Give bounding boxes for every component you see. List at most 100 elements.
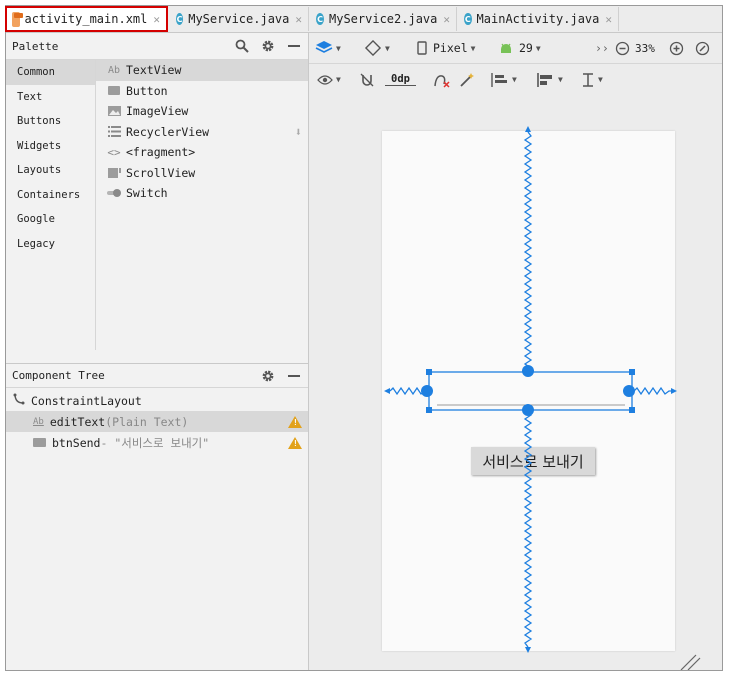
phone-icon <box>417 41 427 55</box>
tab-label: MyService2.java <box>329 12 438 26</box>
download-icon[interactable]: ⬇ <box>295 125 302 139</box>
zoom-in-icon[interactable] <box>669 41 684 56</box>
fragment-icon: <> <box>107 145 121 159</box>
search-icon[interactable] <box>234 38 250 54</box>
infer-constraints-icon[interactable] <box>459 72 475 88</box>
close-icon[interactable]: ✕ <box>295 13 302 26</box>
pack-icon[interactable]: ▼ <box>489 72 517 88</box>
api-level: 29 <box>519 41 533 55</box>
minimize-icon[interactable] <box>286 368 302 384</box>
tab-label: activity_main.xml <box>24 12 148 26</box>
left-pane: Palette Common Text Buttons Widgets Layo… <box>6 33 309 670</box>
tree-node-edittext[interactable]: Ab editText (Plain Text) ! <box>6 411 308 432</box>
overflow-icon[interactable]: ›› <box>595 41 609 55</box>
tree-node-btnsend[interactable]: btnSend - "서비스로 보내기" ! <box>6 432 308 453</box>
guidelines-icon[interactable]: ▼ <box>581 72 603 88</box>
clear-constraints-icon[interactable] <box>433 72 451 88</box>
palette-item-label: TextView <box>126 63 182 78</box>
java-class-icon: C <box>316 13 324 25</box>
palette-title: Palette <box>12 39 59 53</box>
tab-mainactivity[interactable]: C MainActivity.java ✕ <box>458 7 619 31</box>
switch-icon <box>107 188 121 198</box>
orientation-icon[interactable]: ▼ <box>364 40 390 56</box>
category-legacy[interactable]: Legacy <box>6 232 95 257</box>
palette-categories: Common Text Buttons Widgets Layouts Cont… <box>6 60 96 350</box>
editor-window: activity_main.xml ✕ C MyService.java ✕ C… <box>5 5 723 671</box>
palette-item-switch[interactable]: Switch <box>96 183 308 204</box>
constraint-layout-icon <box>13 393 25 408</box>
category-containers[interactable]: Containers <box>6 183 95 208</box>
tab-label: MainActivity.java <box>476 12 600 26</box>
category-common[interactable]: Common <box>6 60 95 85</box>
palette-item-scrollview[interactable]: ScrollView <box>96 163 308 184</box>
editor-tab-bar: activity_main.xml ✕ C MyService.java ✕ C… <box>5 6 722 33</box>
xml-file-icon <box>12 11 23 27</box>
palette-item-label: ImageView <box>126 104 189 119</box>
tab-label: MyService.java <box>188 12 290 26</box>
align-icon[interactable]: ▼ <box>535 72 563 88</box>
warning-icon[interactable]: ! <box>288 415 302 428</box>
java-class-icon: C <box>176 13 184 25</box>
resize-corner-icon[interactable] <box>680 654 701 670</box>
palette-item-recyclerview[interactable]: RecyclerView ⬇ <box>96 122 308 143</box>
palette-item-label: RecyclerView <box>126 124 210 139</box>
default-margin-field[interactable]: 0dp <box>385 73 416 86</box>
design-toolbar-bottom: ▼ 0dp ▼ ▼ ▼ <box>309 64 722 96</box>
autoconnect-off-icon[interactable] <box>359 72 375 88</box>
tab-activity-main[interactable]: activity_main.xml ✕ <box>5 6 168 32</box>
layers-icon[interactable]: ▼ <box>315 40 341 56</box>
category-widgets[interactable]: Widgets <box>6 134 95 159</box>
tab-myservice2[interactable]: C MyService2.java ✕ <box>310 7 457 31</box>
tree-node-label: editText <box>49 414 106 429</box>
palette-item-label: <fragment> <box>126 145 196 160</box>
close-icon[interactable]: ✕ <box>443 13 450 26</box>
category-text[interactable]: Text <box>6 85 95 110</box>
zoom-fit-icon[interactable] <box>695 41 710 56</box>
palette-item-label: Switch <box>126 186 168 201</box>
minimize-icon[interactable] <box>286 38 302 54</box>
imageview-icon <box>107 106 121 117</box>
palette-item-label: Button <box>126 83 168 98</box>
preview-send-button[interactable]: 서비스로 보내기 <box>471 447 595 475</box>
design-toolbar-top: ▼ ▼ Pixel ▼ 29 ▼ ›› 33% <box>309 33 722 64</box>
java-class-icon: C <box>464 13 472 25</box>
design-pane: ▼ ▼ Pixel ▼ 29 ▼ ›› 33% ▼ 0dp ▼ ▼ ▼ 서비스로… <box>309 33 722 670</box>
palette-header: Palette <box>6 33 308 60</box>
tab-myservice[interactable]: C MyService.java ✕ <box>170 7 309 31</box>
tree-node-label: btnSend <box>52 435 101 450</box>
component-tree-title: Component Tree <box>12 369 105 382</box>
api-selector[interactable]: 29 ▼ <box>499 41 541 55</box>
gear-icon[interactable] <box>260 38 276 54</box>
button-icon <box>33 438 46 447</box>
android-icon <box>501 43 511 53</box>
textview-icon: Ab <box>33 416 44 427</box>
device-selector[interactable]: Pixel ▼ <box>417 41 475 55</box>
category-layouts[interactable]: Layouts <box>6 158 95 183</box>
tree-node-hint: - "서비스로 보내기" <box>100 435 210 450</box>
palette-item-button[interactable]: Button <box>96 81 308 102</box>
view-options-icon[interactable]: ▼ <box>317 74 341 86</box>
warning-icon[interactable]: ! <box>288 436 302 449</box>
palette-items: Ab TextView Button ImageView RecyclerVie… <box>96 60 308 350</box>
design-canvas[interactable]: 서비스로 보내기 <box>309 95 722 670</box>
category-google[interactable]: Google <box>6 207 95 232</box>
zoom-level: 33% <box>635 41 655 55</box>
tree-node-hint: (Plain Text) <box>105 414 189 429</box>
button-icon <box>107 86 121 96</box>
palette-item-textview[interactable]: Ab TextView <box>96 60 308 81</box>
tree-node-label: ConstraintLayout <box>31 393 142 408</box>
palette-item-label: ScrollView <box>126 165 196 180</box>
category-buttons[interactable]: Buttons <box>6 109 95 134</box>
close-icon[interactable]: ✕ <box>605 13 612 26</box>
device-screen[interactable] <box>382 131 675 651</box>
zoom-out-icon[interactable] <box>615 41 630 56</box>
tree-node-root[interactable]: ConstraintLayout <box>6 390 308 411</box>
recyclerview-icon <box>107 126 121 138</box>
close-icon[interactable]: ✕ <box>153 13 160 26</box>
textview-icon: Ab <box>107 64 121 76</box>
component-tree: ConstraintLayout Ab editText (Plain Text… <box>6 390 308 453</box>
palette-item-fragment[interactable]: <> <fragment> <box>96 142 308 163</box>
palette-item-imageview[interactable]: ImageView <box>96 101 308 122</box>
gear-icon[interactable] <box>260 368 276 384</box>
device-name: Pixel <box>433 41 468 55</box>
